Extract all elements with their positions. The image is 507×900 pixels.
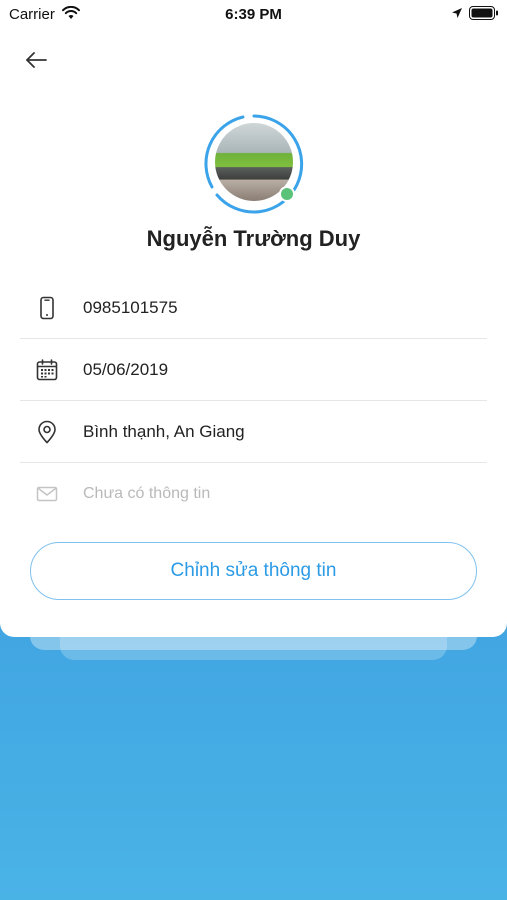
battery-icon [469, 6, 498, 20]
location-arrow-icon [452, 8, 462, 18]
email-row: Chưa có thông tin [20, 463, 487, 525]
online-status-dot [279, 186, 295, 202]
phone-value: 0985101575 [83, 298, 178, 317]
address-value: Bình thạnh, An Giang [83, 422, 245, 441]
profile-name: Nguyễn Trường Duy [146, 226, 361, 251]
calendar-icon [34, 357, 60, 383]
birthday-row: 05/06/2019 [20, 339, 487, 401]
email-placeholder: Chưa có thông tin [83, 485, 211, 502]
back-arrow-icon[interactable] [22, 46, 50, 74]
avatar[interactable] [203, 113, 305, 215]
address-row: Bình thạnh, An Giang [20, 401, 487, 463]
phone-icon [34, 295, 60, 321]
location-pin-icon [34, 419, 60, 445]
mail-icon [34, 481, 60, 507]
status-bar: Carrier 6:39 PM [0, 0, 507, 28]
birthday-value: 05/06/2019 [83, 360, 169, 379]
status-time: 6:39 PM [225, 6, 282, 23]
phone-row: 0985101575 [20, 277, 487, 339]
edit-profile-button[interactable]: Chỉnh sửa thông tin [30, 542, 477, 600]
profile-card: Carrier 6:39 PM Nguyễn Trường Duy 098510… [0, 0, 507, 637]
